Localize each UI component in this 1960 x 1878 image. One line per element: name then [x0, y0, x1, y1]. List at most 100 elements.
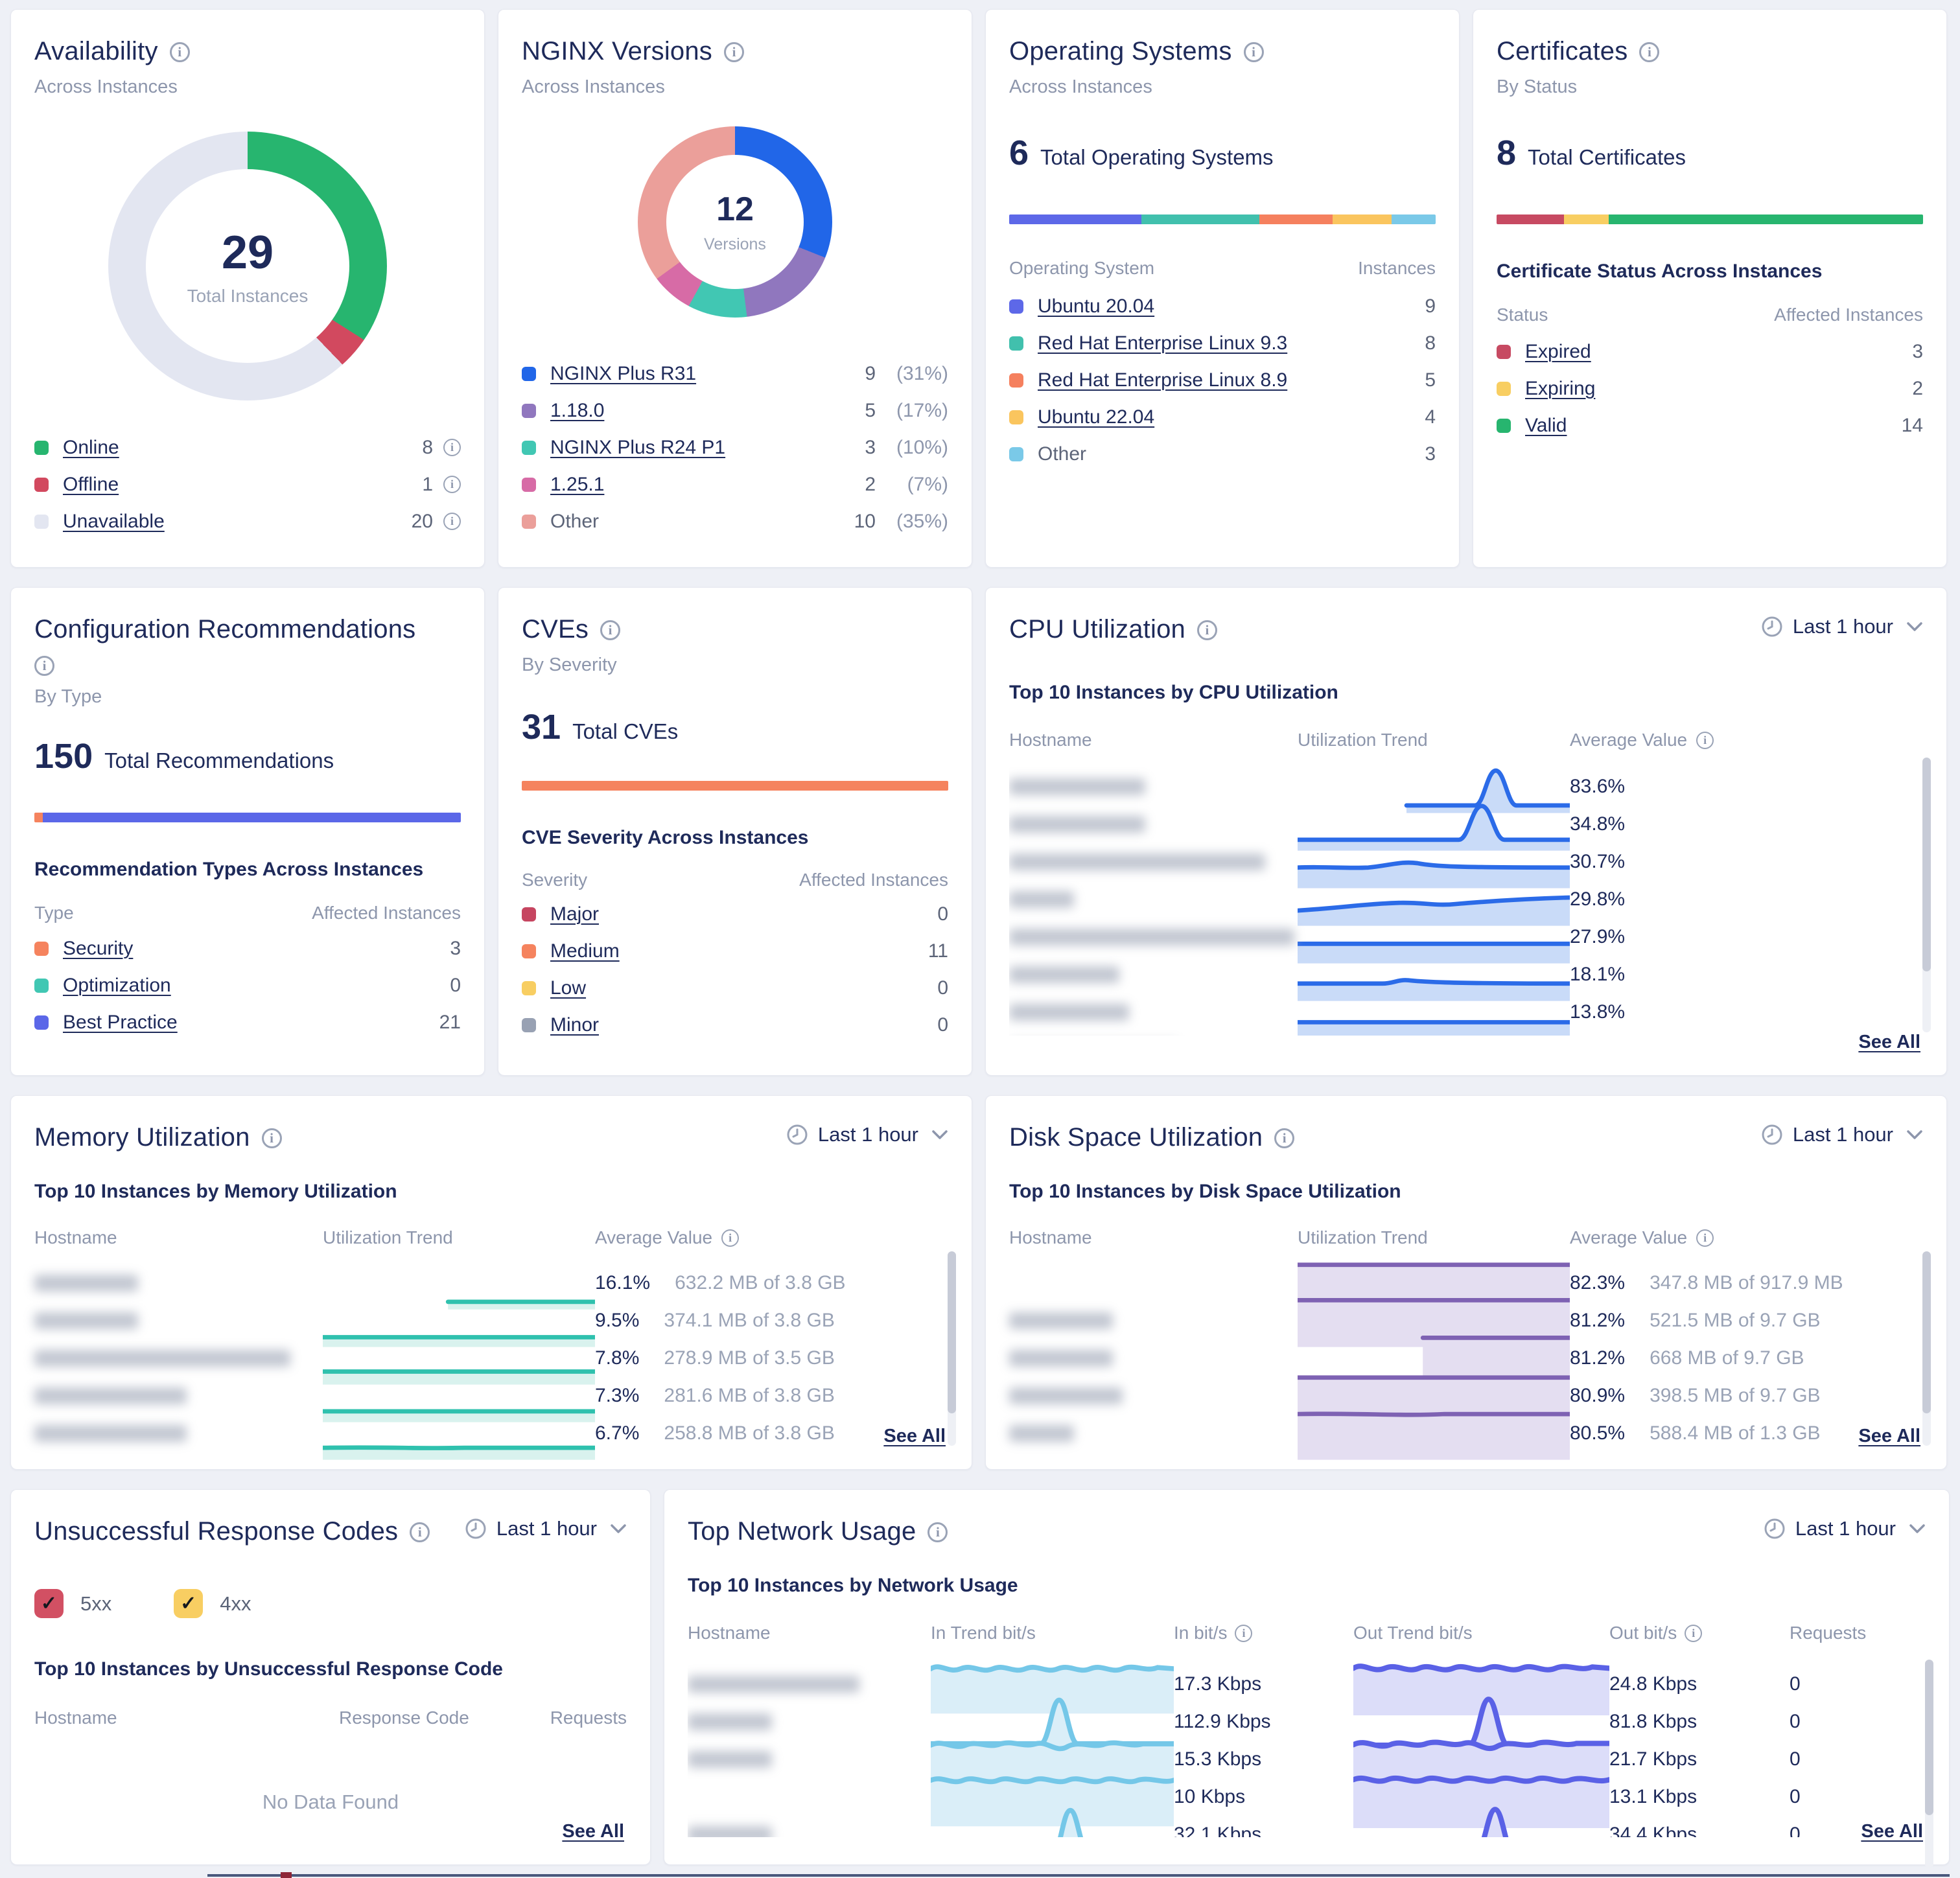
info-icon[interactable]: i	[1696, 732, 1714, 749]
scrollbar-thumb[interactable]	[1922, 1251, 1931, 1413]
memory-see-all-link[interactable]: See All	[883, 1426, 946, 1447]
cpu-col-trend: Utilization Trend	[1298, 730, 1570, 750]
swatch	[522, 1018, 536, 1032]
info-icon[interactable]: i	[410, 1522, 430, 1542]
disk-time-range-label: Last 1 hour	[1793, 1123, 1893, 1146]
os-link[interactable]: Ubuntu 22.04	[1038, 406, 1154, 428]
info-icon[interactable]: i	[1244, 42, 1264, 62]
resp-col-code: Response Code	[339, 1708, 527, 1728]
info-icon[interactable]: i	[1235, 1625, 1252, 1642]
info-icon[interactable]: i	[443, 476, 461, 493]
memory-detail: 258.8 MB of 3.8 GB	[664, 1422, 834, 1444]
cpu-utilization-card: CPU Utilization i Last 1 hour Top 10 Ins…	[985, 587, 1947, 1076]
resp-time-range-label: Last 1 hour	[496, 1517, 597, 1540]
disk-table-row: 80.9%398.5 MB of 9.7 GB	[1009, 1370, 1923, 1408]
filter-5xx[interactable]: ✓ 5xx	[34, 1589, 111, 1618]
clock-icon	[1760, 1123, 1784, 1146]
out-value: 13.1 Kbps	[1609, 1786, 1790, 1808]
checkbox-4xx-checked[interactable]: ✓	[174, 1589, 203, 1618]
info-icon[interactable]: i	[724, 42, 744, 62]
swatch	[1009, 336, 1023, 351]
scrollbar-thumb[interactable]	[1925, 1660, 1933, 1815]
network-time-range-dropdown[interactable]: Last 1 hour	[1763, 1517, 1926, 1540]
offline-link[interactable]: Offline	[63, 474, 119, 496]
expiring-link[interactable]: Expiring	[1525, 378, 1595, 400]
cves-col-instances: Affected Instances	[799, 870, 948, 890]
cpu-table-row: 27.9%	[1009, 911, 1923, 949]
scrollbar-thumb[interactable]	[948, 1251, 956, 1413]
memory-pct: 7.8%	[595, 1347, 639, 1369]
resp-time-range-dropdown[interactable]: Last 1 hour	[464, 1517, 627, 1540]
low-count: 0	[937, 977, 948, 999]
info-icon[interactable]: i	[34, 656, 54, 676]
swatch	[522, 404, 536, 418]
info-icon[interactable]: i	[443, 439, 461, 456]
requests-value: 0	[1790, 1673, 1926, 1695]
version-link[interactable]: 1.18.0	[550, 400, 604, 422]
os-link[interactable]: Red Hat Enterprise Linux 8.9	[1038, 369, 1287, 391]
valid-count: 14	[1902, 415, 1923, 437]
info-icon[interactable]: i	[170, 42, 190, 62]
info-icon[interactable]: i	[1639, 42, 1659, 62]
info-icon[interactable]: i	[1274, 1128, 1294, 1148]
network-see-all-link[interactable]: See All	[1861, 1821, 1923, 1842]
best-practice-link[interactable]: Best Practice	[63, 1012, 178, 1034]
unavailable-link[interactable]: Unavailable	[63, 511, 165, 533]
disk-pct: 81.2%	[1570, 1347, 1625, 1369]
security-link[interactable]: Security	[63, 938, 133, 960]
version-count: 3	[865, 437, 876, 459]
availability-subtitle: Across Instances	[34, 76, 461, 98]
network-usage-card: Top Network Usage i Last 1 hour Top 10 I…	[664, 1489, 1950, 1865]
expiring-count: 2	[1912, 378, 1923, 400]
version-link[interactable]: NGINX Plus R31	[550, 363, 696, 385]
version-pct: (31%)	[876, 363, 948, 385]
cpu-time-range-dropdown[interactable]: Last 1 hour	[1760, 615, 1923, 638]
availability-title: Availability	[34, 37, 158, 66]
info-icon[interactable]: i	[262, 1128, 282, 1148]
version-link[interactable]: NGINX Plus R24 P1	[550, 437, 725, 459]
info-icon[interactable]: i	[928, 1522, 948, 1542]
info-icon[interactable]: i	[1696, 1229, 1714, 1247]
disk-pct: 81.2%	[1570, 1310, 1625, 1331]
next-section-red-marker	[281, 1872, 292, 1878]
memory-time-range-dropdown[interactable]: Last 1 hour	[786, 1123, 948, 1146]
os-row: Red Hat Enterprise Linux 9.3 8	[1009, 325, 1436, 362]
memory-col-trend: Utilization Trend	[323, 1227, 595, 1248]
major-link[interactable]: Major	[550, 903, 599, 925]
optimization-link[interactable]: Optimization	[63, 975, 171, 997]
info-icon[interactable]: i	[721, 1229, 739, 1247]
in-value: 15.3 Kbps	[1174, 1748, 1353, 1770]
info-icon[interactable]: i	[443, 513, 461, 530]
swatch	[1009, 410, 1023, 424]
info-icon[interactable]: i	[1685, 1625, 1702, 1642]
low-link[interactable]: Low	[550, 977, 586, 999]
os-link[interactable]: Ubuntu 20.04	[1038, 296, 1154, 318]
cves-stacked-bar	[522, 781, 948, 791]
version-pct: (17%)	[876, 400, 948, 422]
filter-4xx[interactable]: ✓ 4xx	[174, 1589, 251, 1618]
optimization-count: 0	[450, 975, 461, 997]
disk-detail: 347.8 MB of 917.9 MB	[1650, 1272, 1843, 1293]
minor-count: 0	[937, 1014, 948, 1036]
resp-see-all-link[interactable]: See All	[562, 1821, 624, 1842]
minor-link[interactable]: Minor	[550, 1014, 599, 1036]
disk-sparkline	[1298, 1408, 1570, 1460]
valid-link[interactable]: Valid	[1525, 415, 1567, 437]
disk-see-all-link[interactable]: See All	[1858, 1426, 1920, 1447]
checkbox-5xx-checked[interactable]: ✓	[34, 1589, 64, 1618]
scrollbar-thumb[interactable]	[1922, 758, 1931, 971]
online-link[interactable]: Online	[63, 437, 119, 459]
info-icon[interactable]: i	[600, 620, 620, 640]
certs-section-heading: Certificate Status Across Instances	[1497, 261, 1923, 283]
cert-row: Valid 14	[1497, 407, 1923, 444]
info-icon[interactable]: i	[1197, 620, 1217, 640]
cpu-see-all-link[interactable]: See All	[1858, 1032, 1920, 1053]
version-count: 10	[854, 511, 876, 533]
os-link[interactable]: Red Hat Enterprise Linux 9.3	[1038, 332, 1287, 354]
version-link[interactable]: 1.25.1	[550, 474, 604, 496]
disk-time-range-dropdown[interactable]: Last 1 hour	[1760, 1123, 1923, 1146]
medium-link[interactable]: Medium	[550, 940, 620, 962]
expired-link[interactable]: Expired	[1525, 341, 1591, 363]
disk-pct: 80.9%	[1570, 1385, 1625, 1406]
versions-total: 12	[716, 190, 754, 229]
